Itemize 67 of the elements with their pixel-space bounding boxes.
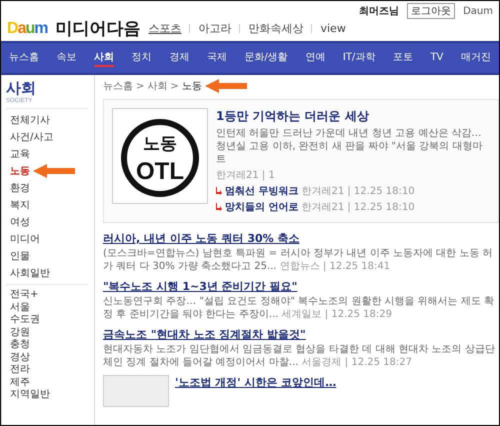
breadcrumb-link[interactable]: 사회 xyxy=(147,79,168,93)
top-link[interactable]: 만화속세상 xyxy=(248,21,304,36)
nav-tab[interactable]: 국제 xyxy=(206,49,227,67)
logo[interactable]: Daum xyxy=(7,20,48,38)
home-link[interactable]: Daum xyxy=(463,6,493,16)
region-link[interactable]: 서울 xyxy=(10,302,94,314)
logout-button[interactable]: 로그아웃 xyxy=(407,3,456,19)
sidebar-item[interactable]: 노동 xyxy=(10,164,30,178)
region-link[interactable]: 강원 xyxy=(10,326,94,339)
region-link[interactable]: 경상 xyxy=(10,352,94,364)
article-summary: 현대자동차 노조가 임단협에서 임금동결로 협상을 타결한 데 대해 현대차 노조의 상급단체인 징계 절차에 들어갈 예정이어서 마찰... 서울경제 | 12.25 18:27 xyxy=(103,343,496,369)
article-headline[interactable]: "복수노조 시행 1~3년 준비기간 필요" xyxy=(103,279,499,294)
nav-tab[interactable]: 경제 xyxy=(169,49,190,67)
sidebar-item[interactable]: 전체기사 xyxy=(10,113,50,127)
nav-tab[interactable]: TV xyxy=(430,50,444,66)
bullet-icon xyxy=(216,203,222,211)
article-headline[interactable]: '노조법 개정' 시한은 코앞인데… xyxy=(175,375,336,390)
region-link[interactable]: 충청 xyxy=(10,339,94,352)
site-title: 미디어다음 xyxy=(55,18,140,40)
sidebar-item[interactable]: 여성 xyxy=(10,215,30,229)
article-headline[interactable]: 금속노조 "현대차 노조 징계절차 밟을것" xyxy=(103,327,499,342)
related-link[interactable]: 멈춰선 무빙워크 xyxy=(225,184,298,198)
nav-tab[interactable]: 정치 xyxy=(132,49,152,67)
region-link[interactable]: 지역일반 xyxy=(10,389,94,402)
region-link[interactable]: 제주 xyxy=(10,376,94,389)
region-link[interactable]: 전국+ xyxy=(10,289,94,302)
related-link[interactable]: 망치들의 언어로 xyxy=(225,200,298,214)
top-link[interactable]: 스포츠 xyxy=(148,21,182,36)
breadcrumb-separator: > xyxy=(170,80,179,92)
nav-tab[interactable]: 사회 xyxy=(94,49,114,67)
article-summary: (모스크바=연합뉴스) 남현호 특파원 = 러시아 정부가 내년 이주 노동자에 대한 노동 허가 쿼터 다 30% 가량 축소했다고 25... 연합뉴스 | 12.25 18:41 xyxy=(103,247,494,273)
logo-drawing: 노동 OTL xyxy=(112,108,208,204)
bullet-icon xyxy=(216,187,222,195)
article-summary: 신노동연구회 주장… "설립 요건도 정해야" 복수노조의 원활한 시행을 위해서는 제도 확정 후 준비기간을 둬야 한다는 주장이... 세계일보 | 12.25 18:29 xyxy=(103,295,495,321)
sidebar-item[interactable]: 인물 xyxy=(10,249,30,263)
breadcrumb-link[interactable]: 노동 xyxy=(182,79,202,93)
sidebar-item[interactable]: 사회일반 xyxy=(10,266,50,280)
top-link[interactable]: view xyxy=(320,22,346,35)
featured-headline[interactable]: 1등만 기억하는 더러운 세상 xyxy=(216,108,490,125)
region-link[interactable]: 수도권 xyxy=(10,314,94,326)
sidebar-item[interactable]: 복지 xyxy=(10,198,30,212)
sidebar-item[interactable]: 환경 xyxy=(10,181,30,195)
nav-tab[interactable]: 문화/생활 xyxy=(244,49,288,67)
breadcrumb-link[interactable]: 뉴스홈 xyxy=(103,79,133,93)
photo-placeholder xyxy=(103,375,169,407)
section-title: 사회 xyxy=(6,79,37,98)
article-source: 한겨레21 | 12.25 18:10 xyxy=(301,185,415,198)
article-source: 세계일보 | 12.25 18:29 xyxy=(282,309,392,320)
breadcrumb-separator: > xyxy=(136,80,144,92)
nav-tab[interactable]: 연예 xyxy=(305,49,326,67)
nav-tab[interactable]: 뉴스홈 xyxy=(9,49,39,67)
nav-tab[interactable]: IT/과학 xyxy=(342,49,376,67)
article-source: 한겨레21 | 1 xyxy=(216,169,276,182)
top-link[interactable]: 아고라 xyxy=(198,21,232,36)
article-source: 연합뉴스 | 12.25 18:41 xyxy=(280,261,390,272)
article-summary: 인턴제 허울만 드러난 가운데 내년 청년 고용 예산은 삭감… 청년실 고용 이하, 완전히 새 판을 짜야 "서울 강북의 대형마트 xyxy=(216,127,484,166)
sidebar-item[interactable]: 교육 xyxy=(10,147,30,161)
sidebar-item[interactable]: 사건/사고 xyxy=(10,130,54,144)
nav-tab[interactable]: 포토 xyxy=(392,49,413,67)
user-name: 최머즈님 xyxy=(359,5,400,18)
sidebar-item[interactable]: 미디어 xyxy=(10,232,40,246)
region-link[interactable]: 전라 xyxy=(10,364,94,376)
nav-tab[interactable]: 속보 xyxy=(56,49,77,67)
nav-tab[interactable]: 매거진 xyxy=(460,49,491,67)
article-source: 한겨레21 | 12.25 18:10 xyxy=(301,201,415,214)
article-headline[interactable]: 러시아, 내년 이주 노동 쿼터 30% 축소 xyxy=(103,231,499,246)
article-source: 서울경제 | 12.25 18:27 xyxy=(302,357,412,368)
